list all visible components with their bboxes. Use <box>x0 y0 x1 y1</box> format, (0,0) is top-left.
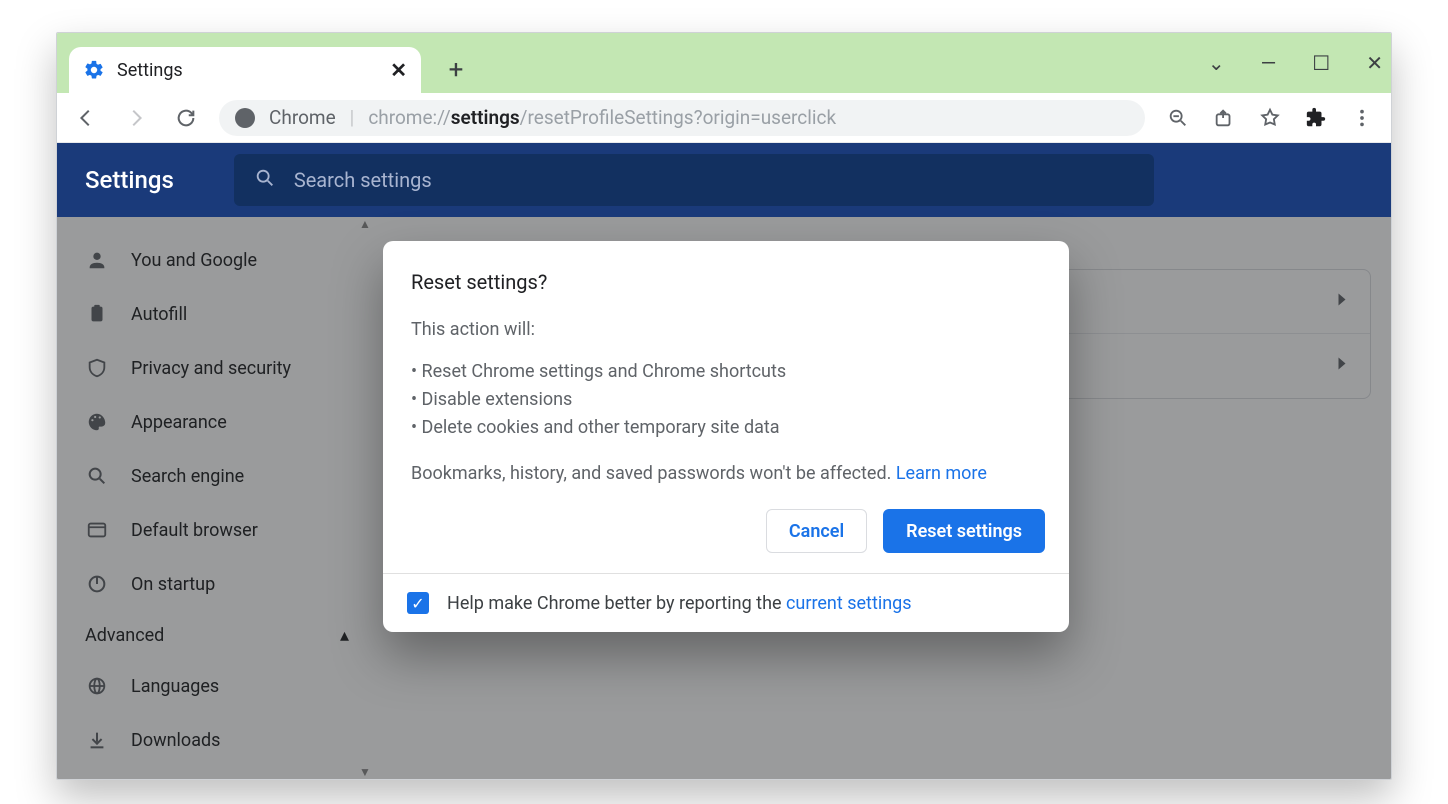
dialog-note: Bookmarks, history, and saved passwords … <box>411 460 1041 488</box>
reset-settings-dialog: Reset settings? This action will: Reset … <box>383 241 1069 632</box>
dialog-bullet: Delete cookies and other temporary site … <box>411 414 1041 442</box>
close-window-icon[interactable]: ✕ <box>1366 51 1383 75</box>
gear-icon <box>83 59 105 81</box>
new-tab-button[interactable]: + <box>441 55 471 85</box>
address-bar[interactable]: Chrome | chrome://settings/resetProfileS… <box>219 100 1145 136</box>
browser-window: Settings ✕ + ⌄ — ☐ ✕ Chrome | <box>56 32 1392 780</box>
chrome-icon <box>235 108 255 128</box>
settings-search[interactable]: Search settings <box>234 154 1154 206</box>
share-icon[interactable] <box>1213 107 1235 129</box>
browser-tab[interactable]: Settings ✕ <box>69 47 421 93</box>
omnibox-url: chrome://settings/resetProfileSettings?o… <box>368 106 836 129</box>
nav-buttons <box>75 107 197 129</box>
tab-title: Settings <box>117 60 378 81</box>
forward-icon[interactable] <box>125 107 147 129</box>
dialog-intro: This action will: <box>411 316 1041 344</box>
dialog-bullet: Disable extensions <box>411 386 1041 414</box>
toolbar-right <box>1167 107 1373 129</box>
omnibox-separator: | <box>350 106 355 129</box>
learn-more-link[interactable]: Learn more <box>896 463 987 484</box>
menu-dots-icon[interactable] <box>1351 107 1373 129</box>
current-settings-link[interactable]: current settings <box>786 593 912 614</box>
chevron-down-icon[interactable]: ⌄ <box>1208 51 1225 75</box>
minimize-icon[interactable]: — <box>1261 51 1277 75</box>
content-area: Settings Search settings ▲ You and Googl… <box>57 143 1391 779</box>
close-icon[interactable]: ✕ <box>390 58 407 82</box>
dialog-bullet: Reset Chrome settings and Chrome shortcu… <box>411 358 1041 386</box>
report-settings-checkbox[interactable]: ✓ <box>407 592 429 614</box>
omnibox-host: Chrome <box>269 106 336 129</box>
settings-header: Settings Search settings <box>57 143 1391 217</box>
browser-toolbar: Chrome | chrome://settings/resetProfileS… <box>57 93 1391 143</box>
dialog-footer: ✓ Help make Chrome better by reporting t… <box>383 573 1069 632</box>
window-controls: ⌄ — ☐ ✕ <box>1208 51 1383 75</box>
search-placeholder: Search settings <box>294 168 432 192</box>
settings-title: Settings <box>85 166 174 194</box>
dialog-bullets: Reset Chrome settings and Chrome shortcu… <box>411 358 1041 442</box>
dialog-title: Reset settings? <box>411 267 1041 298</box>
bookmark-star-icon[interactable] <box>1259 107 1281 129</box>
search-icon <box>254 167 276 194</box>
extensions-icon[interactable] <box>1305 107 1327 129</box>
tab-strip: Settings ✕ + ⌄ — ☐ ✕ <box>57 33 1391 93</box>
dialog-body: Reset settings? This action will: Reset … <box>383 241 1069 497</box>
zoom-icon[interactable] <box>1167 107 1189 129</box>
maximize-icon[interactable]: ☐ <box>1312 51 1330 75</box>
cancel-button[interactable]: Cancel <box>766 509 867 553</box>
reload-icon[interactable] <box>175 107 197 129</box>
reset-settings-button[interactable]: Reset settings <box>883 509 1045 553</box>
footer-text: Help make Chrome better by reporting the… <box>447 593 912 614</box>
dialog-actions: Cancel Reset settings <box>383 497 1069 573</box>
back-icon[interactable] <box>75 107 97 129</box>
